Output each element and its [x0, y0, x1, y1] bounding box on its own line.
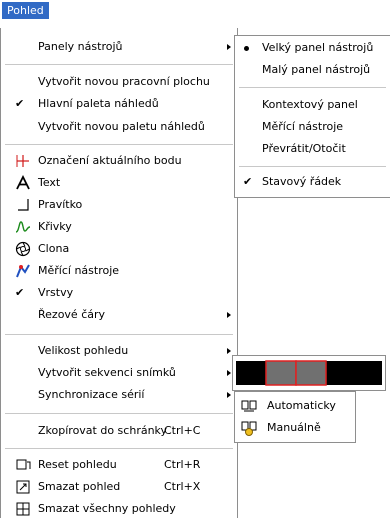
submenu-item-velky[interactable]: Velký panel nástrojů: [235, 37, 390, 59]
menu-item-label: Pravítko: [38, 198, 83, 211]
shortcut-label: Ctrl+X: [164, 480, 201, 493]
manual-sync-icon: [241, 420, 257, 436]
menu-item-sekvence[interactable]: Vytvořit sekvenci snímků: [1, 362, 237, 384]
submenu-item-manualne[interactable]: Manuálně: [235, 417, 355, 439]
menu-item-hlavni-paleta[interactable]: ✔ Hlavní paleta náhledů: [1, 93, 237, 115]
submenu-arrow-icon: [227, 312, 231, 318]
menu-item-label: Zkopírovat do schránky: [38, 424, 168, 437]
sequence-layout-picker[interactable]: [233, 356, 385, 390]
submenu-item-prevratit[interactable]: Převrátit/Otočit: [235, 138, 390, 160]
text-icon: [15, 174, 31, 191]
menu-item-label: Smazat všechny pohledy: [38, 502, 176, 515]
sekvence-submenu: [232, 355, 386, 391]
menu-item-label: Synchronizace sérií: [38, 388, 145, 401]
reset-view-icon: [15, 457, 31, 473]
panely-submenu: Velký panel nástrojů Malý panel nástrojů…: [234, 35, 390, 198]
menu-item-krivky[interactable]: Křivky: [1, 216, 237, 238]
menu-item-label: Řezové čáry: [38, 308, 106, 321]
aperture-icon: [15, 241, 31, 257]
menu-item-vrstvy[interactable]: ✔ Vrstvy: [1, 282, 237, 304]
separator: [5, 413, 233, 414]
menu-item-smazat[interactable]: Smazat pohled Ctrl+X: [1, 476, 237, 498]
menu-item-synchronizace[interactable]: Synchronizace sérií: [1, 384, 237, 406]
submenu-arrow-icon: [227, 392, 231, 398]
delete-all-views-icon: [15, 501, 31, 517]
separator: [239, 166, 386, 167]
menu-item-label: Panely nástrojů: [38, 40, 123, 53]
menu-item-merici[interactable]: Měřící nástroje: [1, 260, 237, 282]
menu-item-label: Hlavní paleta náhledů: [38, 97, 159, 110]
measure-icon: [15, 263, 31, 279]
submenu-arrow-icon: [227, 44, 231, 50]
menu-item-text[interactable]: Text: [1, 172, 237, 194]
ruler-icon: [15, 197, 31, 213]
auto-sync-icon: [241, 398, 257, 414]
menu-item-label: Clona: [38, 242, 70, 255]
menu-item-label: Malý panel nástrojů: [262, 63, 371, 76]
separator: [5, 144, 233, 145]
menu-item-label: Vytvořit novou pracovní plochu: [38, 75, 210, 88]
menu-item-label: Převrátit/Otočit: [262, 142, 346, 155]
menu-item-vytvorit-plochu[interactable]: Vytvořit novou pracovní plochu: [1, 71, 237, 93]
menu-item-zkopirovat[interactable]: Zkopírovat do schránky Ctrl+C: [1, 420, 237, 442]
separator: [5, 64, 233, 65]
crosshair-icon: [15, 153, 31, 169]
menu-item-label: Velikost pohledu: [38, 344, 129, 357]
checkmark-icon: ✔: [15, 286, 25, 299]
menu-item-label: Měřící nástroje: [262, 120, 344, 133]
menu-item-velikost[interactable]: Velikost pohledu: [1, 340, 237, 362]
menu-item-reset[interactable]: Reset pohledu Ctrl+R: [1, 454, 237, 476]
separator: [5, 448, 233, 449]
separator: [5, 334, 233, 335]
menu-item-smazat-vse[interactable]: Smazat všechny pohledy: [1, 498, 237, 520]
radio-bullet-icon: [244, 46, 249, 51]
shortcut-label: Ctrl+R: [164, 458, 201, 471]
submenu-item-automaticky[interactable]: Automaticky: [235, 395, 355, 417]
menu-item-clona[interactable]: Clona: [1, 238, 237, 260]
delete-view-icon: [15, 479, 31, 495]
menu-item-label: Vrstvy: [38, 286, 74, 299]
shortcut-label: Ctrl+C: [164, 424, 201, 437]
submenu-item-stavovy[interactable]: ✔ Stavový řádek: [235, 171, 390, 193]
menu-item-label: Smazat pohled: [38, 480, 121, 493]
menu-item-label: Měřící nástroje: [38, 264, 120, 277]
menu-item-panely[interactable]: Panely nástrojů: [1, 36, 237, 58]
submenu-item-kontextovy[interactable]: Kontextový panel: [235, 94, 390, 116]
menubar: Pohled: [0, 0, 390, 20]
menu-item-nova-paleta[interactable]: Vytvořit novou paletu náhledů: [1, 116, 237, 138]
submenu-item-merici[interactable]: Měřící nástroje: [235, 116, 390, 138]
curve-icon: [15, 219, 31, 235]
menu-item-label: Automaticky: [267, 399, 336, 412]
submenu-arrow-icon: [227, 348, 231, 354]
menu-item-label: Manuálně: [267, 421, 321, 434]
submenu-item-maly[interactable]: Malý panel nástrojů: [235, 59, 390, 81]
menu-item-label: Křivky: [38, 220, 72, 233]
menu-item-label: Stavový řádek: [262, 175, 342, 188]
checkmark-icon: ✔: [15, 97, 25, 110]
separator: [239, 87, 386, 88]
checkmark-icon: ✔: [243, 175, 253, 188]
menu-item-label: Označení aktuálního bodu: [38, 154, 182, 167]
menu-item-label: Kontextový panel: [262, 98, 358, 111]
submenu-arrow-icon: [227, 370, 231, 376]
synchronizace-submenu: Automaticky Manuálně: [234, 391, 356, 443]
menu-item-label: Vytvořit sekvenci snímků: [38, 366, 176, 379]
sequence-frame[interactable]: [295, 360, 327, 386]
menu-item-oznaceni[interactable]: Označení aktuálního bodu: [1, 150, 237, 172]
menu-item-label: Reset pohledu: [38, 458, 117, 471]
menu-item-label: Velký panel nástrojů: [262, 41, 374, 54]
menu-item-label: Vytvořit novou paletu náhledů: [38, 120, 205, 133]
menu-item-label: Text: [38, 176, 61, 189]
menu-pohled[interactable]: Pohled: [2, 2, 49, 19]
menu-item-rezove[interactable]: Řezové čáry: [1, 304, 237, 326]
pohled-menu: Panely nástrojů Vytvořit novou pracovní …: [0, 28, 238, 518]
menu-item-pravitko[interactable]: Pravítko: [1, 194, 237, 216]
sequence-frame[interactable]: [265, 360, 297, 386]
